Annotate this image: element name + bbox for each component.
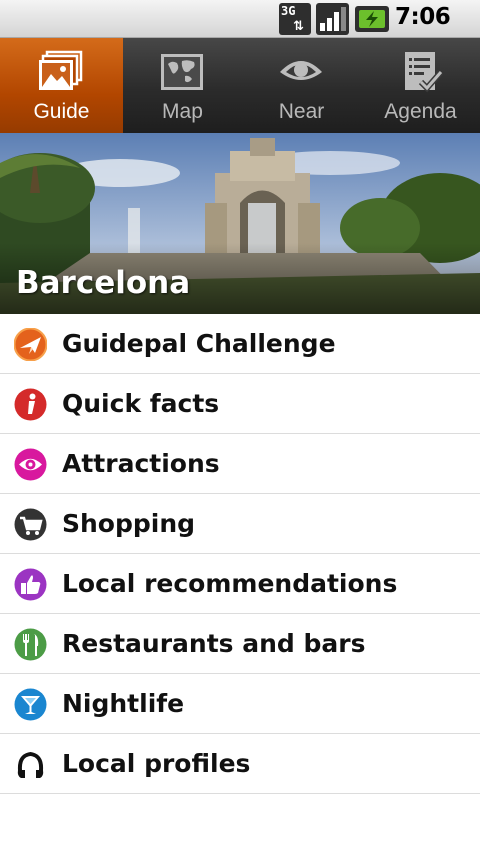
challenge-plane-icon xyxy=(14,328,47,361)
tab-agenda[interactable]: Agenda xyxy=(361,38,480,133)
tab-guide[interactable]: Guide xyxy=(0,38,123,133)
network-3g-icon: 3G ⇅ xyxy=(279,3,311,35)
tab-label: Map xyxy=(162,100,203,123)
city-name: Barcelona xyxy=(16,265,191,301)
person-profile-icon xyxy=(17,752,44,778)
menu-item-label: Guidepal Challenge xyxy=(62,329,336,358)
menu-item-label: Nightlife xyxy=(62,689,185,718)
menu-item-attractions[interactable]: Attractions xyxy=(0,434,480,494)
menu-item-label: Quick facts xyxy=(62,389,220,418)
shopping-cart-icon xyxy=(14,508,47,541)
tab-label: Near xyxy=(278,100,325,123)
tab-near[interactable]: Near xyxy=(242,38,361,133)
tab-label: Guide xyxy=(33,100,90,123)
menu-item-label: Local recommendations xyxy=(62,569,398,598)
info-icon xyxy=(14,388,47,421)
menu-item-local-profiles[interactable]: Local profiles xyxy=(0,734,480,794)
menu-item-shopping[interactable]: Shopping xyxy=(0,494,480,554)
network-label: 3G xyxy=(281,4,296,18)
menu-item-guidepal-challenge[interactable]: Guidepal Challenge xyxy=(0,314,480,374)
menu-item-quick-facts[interactable]: Quick facts xyxy=(0,374,480,434)
signal-strength-icon xyxy=(316,3,349,35)
checklist-icon xyxy=(404,52,443,93)
clock-time: 7:06 xyxy=(395,4,451,30)
guide-menu-list: Guidepal Challenge Quick facts Attractio… xyxy=(0,314,480,794)
photos-icon xyxy=(39,50,83,90)
battery-charging-icon xyxy=(355,6,389,32)
thumbs-up-icon xyxy=(14,568,47,601)
tab-label: Agenda xyxy=(384,100,457,123)
map-icon xyxy=(161,54,204,90)
menu-item-restaurants-and-bars[interactable]: Restaurants and bars xyxy=(0,614,480,674)
city-hero-banner[interactable]: Barcelona xyxy=(0,133,480,314)
menu-item-label: Attractions xyxy=(62,449,220,478)
cocktail-icon xyxy=(14,688,47,721)
tab-map[interactable]: Map xyxy=(123,38,242,133)
menu-item-label: Restaurants and bars xyxy=(62,629,366,658)
status-bar: 3G ⇅ 7:06 PM xyxy=(0,0,480,54)
menu-item-label: Shopping xyxy=(62,509,196,538)
tab-bar: Guide Map Near Agenda xyxy=(0,38,480,133)
eye-icon xyxy=(14,448,47,481)
menu-item-label: Local profiles xyxy=(62,749,251,778)
fork-knife-icon xyxy=(14,628,47,661)
menu-item-nightlife[interactable]: Nightlife xyxy=(0,674,480,734)
eye-icon xyxy=(280,61,323,80)
menu-item-local-recommendations[interactable]: Local recommendations xyxy=(0,554,480,614)
